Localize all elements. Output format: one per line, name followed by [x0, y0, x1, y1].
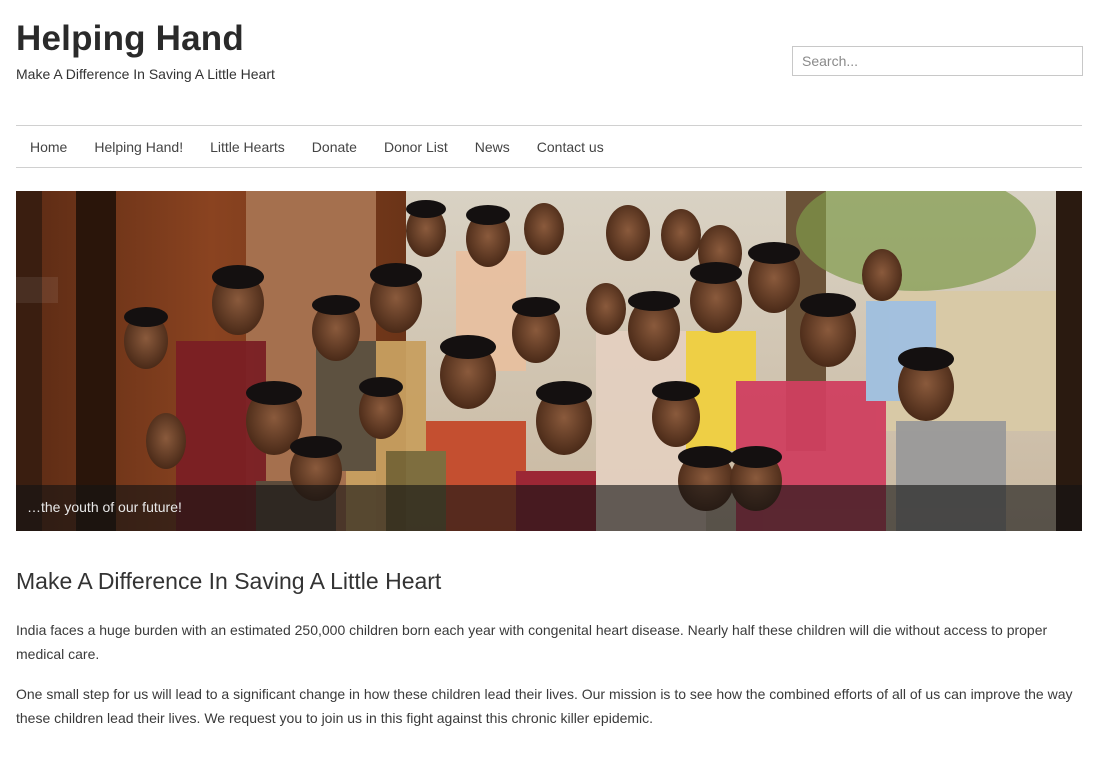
slider-prev-button[interactable] — [16, 277, 58, 303]
nav-item-contact-us[interactable]: Contact us — [537, 137, 604, 157]
nav-item-little-hearts[interactable]: Little Hearts — [210, 137, 285, 157]
hero-caption-bar: …the youth of our future! — [16, 485, 1082, 531]
search-input[interactable] — [792, 46, 1083, 76]
site-tagline: Make A Difference In Saving A Little Hea… — [16, 66, 275, 82]
mission-paragraph: One small step for us will lead to a sig… — [16, 686, 1073, 726]
hero-photo — [16, 191, 1082, 531]
page-heading: Make A Difference In Saving A Little Hea… — [16, 568, 442, 594]
hero-slider[interactable]: …the youth of our future! — [16, 191, 1082, 531]
nav-item-donor-list[interactable]: Donor List — [384, 137, 448, 157]
main-nav: Home Helping Hand! Little Hearts Donate … — [16, 125, 1082, 168]
nav-item-home[interactable]: Home — [30, 137, 67, 157]
intro-paragraph: India faces a huge burden with an estima… — [16, 622, 1048, 662]
nav-item-donate[interactable]: Donate — [312, 137, 357, 157]
nav-item-helping-hand[interactable]: Helping Hand! — [94, 137, 183, 157]
site-header: Helping Hand Make A Difference In Saving… — [16, 18, 1084, 98]
nav-item-news[interactable]: News — [475, 137, 510, 157]
hero-caption: …the youth of our future! — [27, 499, 182, 515]
site-title[interactable]: Helping Hand — [16, 18, 244, 60]
